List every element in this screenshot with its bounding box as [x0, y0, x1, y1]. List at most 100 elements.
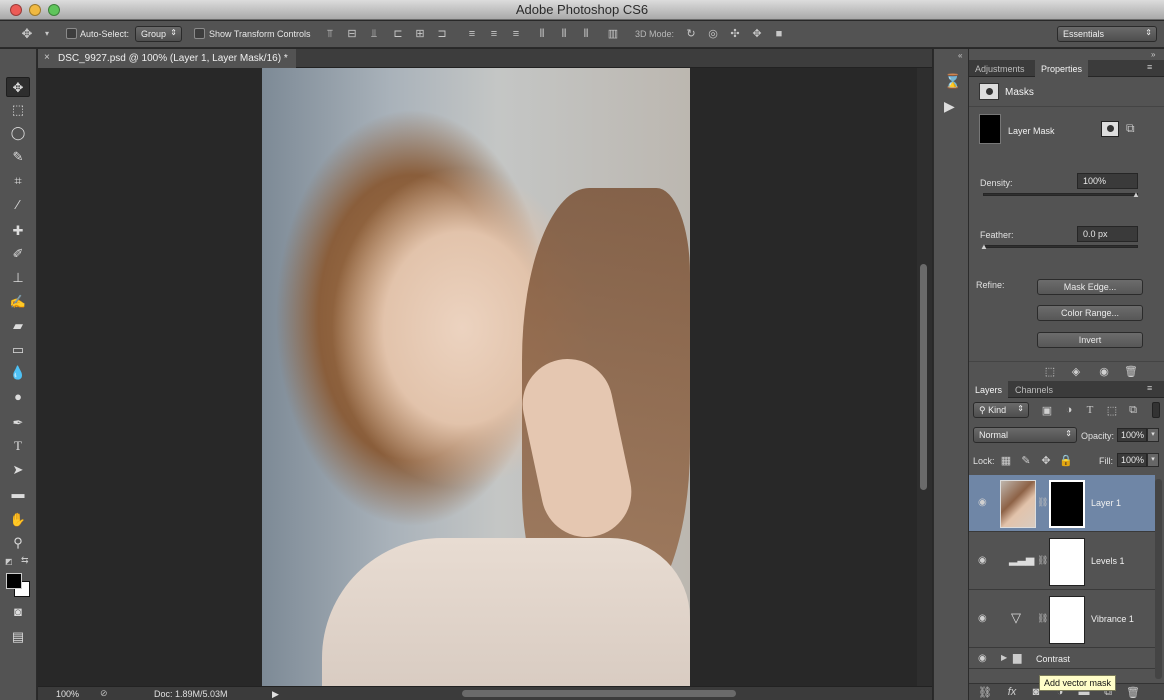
- eraser-tool-icon[interactable]: ▰: [6, 316, 30, 336]
- link-layers-icon[interactable]: ⛓: [978, 686, 992, 699]
- distribute-top-icon[interactable]: ≡: [465, 27, 479, 41]
- canvas-area[interactable]: [38, 68, 917, 686]
- status-menu-arrow-icon[interactable]: ▶: [272, 689, 279, 700]
- density-slider-thumb[interactable]: ▲: [1132, 190, 1140, 199]
- eye-icon[interactable]: ◉: [978, 555, 992, 566]
- auto-select-dropdown[interactable]: Group ⇕: [135, 26, 182, 42]
- blur-tool-icon[interactable]: 💧: [6, 363, 30, 383]
- eye-icon[interactable]: ◉: [978, 613, 992, 624]
- vertical-scrollbar[interactable]: [917, 68, 932, 686]
- layer-name[interactable]: Contrast: [1036, 654, 1070, 664]
- fill-dropdown-arrow-icon[interactable]: ▾: [1147, 453, 1159, 467]
- layer-mask-thumbnail[interactable]: [1049, 480, 1085, 528]
- marquee-tool-icon[interactable]: ⬚: [6, 100, 30, 120]
- filter-toggle-switch[interactable]: [1152, 402, 1160, 418]
- align-left-icon[interactable]: ⊏: [391, 27, 405, 41]
- history-brush-tool-icon[interactable]: ✍: [6, 292, 30, 312]
- layer-kind-filter[interactable]: ⚲ Kind ⇕: [973, 402, 1029, 418]
- document-image[interactable]: [262, 68, 690, 686]
- auto-select-checkbox[interactable]: [66, 28, 77, 39]
- filter-type-icon[interactable]: T: [1083, 404, 1097, 416]
- load-selection-icon[interactable]: ⬚: [1043, 365, 1057, 378]
- feather-slider[interactable]: ▲: [980, 242, 1138, 251]
- lock-transparent-icon[interactable]: ▦: [999, 454, 1013, 467]
- vertical-scroll-thumb[interactable]: [920, 264, 927, 490]
- layer-mask-thumbnail[interactable]: [1049, 596, 1085, 644]
- filter-shape-icon[interactable]: ⬚: [1105, 404, 1119, 417]
- layer-row-layer-1[interactable]: ◉ ⛓ Layer 1: [969, 475, 1155, 532]
- layers-scrollbar[interactable]: [1155, 479, 1162, 679]
- align-hcenter-icon[interactable]: ⊞: [413, 27, 427, 41]
- layer-name[interactable]: Levels 1: [1091, 556, 1125, 566]
- status-settings-icon[interactable]: ⊘: [100, 688, 108, 699]
- panel-menu-icon[interactable]: ≡: [1147, 383, 1152, 393]
- eyedropper-tool-icon[interactable]: ⁄: [6, 195, 30, 215]
- move-tool-icon[interactable]: ✥: [6, 77, 30, 97]
- tab-layers[interactable]: Layers: [969, 381, 1009, 398]
- dodge-tool-icon[interactable]: ●: [6, 387, 30, 407]
- opacity-field[interactable]: 100%: [1117, 428, 1147, 442]
- quick-selection-tool-icon[interactable]: ✎: [6, 147, 30, 167]
- select-pixel-mask-icon[interactable]: [1101, 121, 1119, 137]
- tab-channels[interactable]: Channels: [1009, 381, 1059, 398]
- feather-slider-thumb[interactable]: ▲: [980, 242, 988, 251]
- tab-properties[interactable]: Properties: [1035, 60, 1089, 77]
- chain-link-icon[interactable]: ⛓: [1037, 497, 1048, 508]
- zoom-level[interactable]: 100%: [56, 689, 79, 699]
- swap-colors-icon[interactable]: ⇆: [21, 555, 29, 566]
- density-slider[interactable]: ▲: [983, 190, 1140, 199]
- layer-row-levels-1[interactable]: ◉ ▂▃▅ ⛓ Levels 1: [969, 533, 1155, 590]
- layer-mask-thumbnail[interactable]: [1049, 538, 1085, 586]
- healing-brush-tool-icon[interactable]: ✚: [6, 221, 30, 241]
- lasso-tool-icon[interactable]: ◯: [6, 123, 30, 143]
- collapse-arrows-icon[interactable]: »: [1151, 50, 1155, 59]
- align-vcenter-icon[interactable]: ⊟: [345, 27, 359, 41]
- zoom-tool-icon[interactable]: ⚲: [6, 533, 30, 553]
- actions-play-icon[interactable]: ▶: [944, 98, 955, 115]
- hand-tool-icon[interactable]: ✋: [6, 510, 30, 530]
- feather-field[interactable]: 0.0 px: [1077, 226, 1138, 242]
- 3d-slide-icon[interactable]: ✥: [750, 27, 764, 41]
- chain-link-icon[interactable]: ⛓: [1037, 555, 1048, 566]
- gradient-tool-icon[interactable]: ▭: [6, 340, 30, 360]
- align-right-icon[interactable]: ⊐: [435, 27, 449, 41]
- eye-icon[interactable]: ◉: [978, 653, 987, 664]
- align-top-icon[interactable]: ⫪: [323, 27, 337, 41]
- chevron-down-icon[interactable]: ▾: [40, 27, 54, 41]
- expand-arrow-icon[interactable]: ▶: [1001, 653, 1007, 662]
- move-tool-preset-icon[interactable]: ✥: [20, 27, 34, 41]
- layer-name[interactable]: Layer 1: [1091, 498, 1121, 508]
- invert-button[interactable]: Invert: [1037, 332, 1143, 348]
- filter-smart-object-icon[interactable]: ⧉: [1126, 404, 1140, 417]
- apply-mask-icon[interactable]: ◈: [1069, 365, 1083, 378]
- layer-row-vibrance-1[interactable]: ◉ ▽ ⛓ Vibrance 1: [969, 591, 1155, 648]
- 3d-drag-icon[interactable]: ✣: [728, 27, 742, 41]
- path-selection-tool-icon[interactable]: ➤: [6, 460, 30, 480]
- horizontal-scroll-thumb[interactable]: [462, 690, 736, 697]
- distribute-vcenter-icon[interactable]: ≡: [487, 27, 501, 41]
- 3d-scale-icon[interactable]: ■: [772, 27, 786, 41]
- lock-image-icon[interactable]: ✎: [1019, 454, 1033, 467]
- workspace-dropdown[interactable]: Essentials ⇕: [1057, 26, 1157, 42]
- opacity-dropdown-arrow-icon[interactable]: ▾: [1147, 428, 1159, 442]
- tab-adjustments[interactable]: Adjustments: [969, 60, 1031, 77]
- density-field[interactable]: 100%: [1077, 173, 1138, 189]
- foreground-color-swatch[interactable]: [6, 573, 22, 589]
- lock-all-icon[interactable]: 🔒: [1059, 454, 1073, 467]
- add-vector-mask-icon[interactable]: ⧉: [1126, 121, 1135, 136]
- eye-icon[interactable]: ◉: [1097, 365, 1111, 378]
- fill-field[interactable]: 100%: [1117, 453, 1147, 467]
- quick-mask-icon[interactable]: ◙: [6, 602, 30, 622]
- default-colors-icon[interactable]: ◩: [5, 557, 13, 566]
- type-tool-icon[interactable]: T: [6, 436, 30, 456]
- distribute-bottom-icon[interactable]: ≡: [509, 27, 523, 41]
- close-icon[interactable]: ×: [44, 52, 50, 63]
- pen-tool-icon[interactable]: ✒: [6, 413, 30, 433]
- 3d-roll-icon[interactable]: ◎: [706, 27, 720, 41]
- auto-align-icon[interactable]: ▥: [606, 27, 620, 41]
- mask-edge-button[interactable]: Mask Edge...: [1037, 279, 1143, 295]
- history-panel-icon[interactable]: ⌛: [944, 73, 961, 90]
- document-tab[interactable]: × DSC_9927.psd @ 100% (Layer 1, Layer Ma…: [38, 49, 296, 68]
- eye-icon[interactable]: ◉: [978, 497, 992, 508]
- blend-mode-dropdown[interactable]: Normal ⇕: [973, 427, 1077, 443]
